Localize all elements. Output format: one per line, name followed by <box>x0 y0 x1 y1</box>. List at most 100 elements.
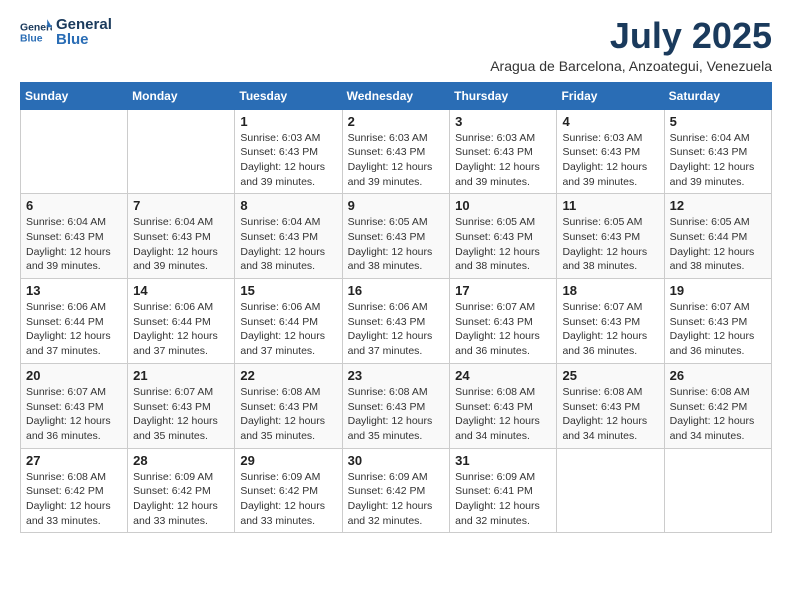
day-number: 4 <box>562 114 658 129</box>
calendar-cell: 26 Sunrise: 6:08 AM Sunset: 6:42 PM Dayli… <box>664 363 771 448</box>
header-day-wednesday: Wednesday <box>342 82 450 109</box>
header-row: SundayMondayTuesdayWednesdayThursdayFrid… <box>21 82 772 109</box>
day-info: Sunrise: 6:08 AM Sunset: 6:42 PM Dayligh… <box>670 385 766 444</box>
calendar-cell: 19 Sunrise: 6:07 AM Sunset: 6:43 PM Dayli… <box>664 279 771 364</box>
day-number: 1 <box>240 114 336 129</box>
location-title: Aragua de Barcelona, Anzoategui, Venezue… <box>490 58 772 74</box>
day-number: 14 <box>133 283 229 298</box>
day-info: Sunrise: 6:07 AM Sunset: 6:43 PM Dayligh… <box>670 300 766 359</box>
title-block: July 2025 Aragua de Barcelona, Anzoategu… <box>490 16 772 74</box>
day-number: 16 <box>348 283 445 298</box>
day-info: Sunrise: 6:05 AM Sunset: 6:43 PM Dayligh… <box>348 215 445 274</box>
calendar-cell <box>128 109 235 194</box>
day-info: Sunrise: 6:06 AM Sunset: 6:43 PM Dayligh… <box>348 300 445 359</box>
calendar-cell: 11 Sunrise: 6:05 AM Sunset: 6:43 PM Dayli… <box>557 194 664 279</box>
day-info: Sunrise: 6:04 AM Sunset: 6:43 PM Dayligh… <box>133 215 229 274</box>
day-info: Sunrise: 6:09 AM Sunset: 6:42 PM Dayligh… <box>240 470 336 529</box>
logo-icon: General Blue <box>20 16 52 48</box>
day-info: Sunrise: 6:05 AM Sunset: 6:44 PM Dayligh… <box>670 215 766 274</box>
day-number: 10 <box>455 198 551 213</box>
svg-text:Blue: Blue <box>20 34 43 45</box>
day-number: 24 <box>455 368 551 383</box>
header-day-tuesday: Tuesday <box>235 82 342 109</box>
day-info: Sunrise: 6:07 AM Sunset: 6:43 PM Dayligh… <box>133 385 229 444</box>
header-day-friday: Friday <box>557 82 664 109</box>
day-info: Sunrise: 6:04 AM Sunset: 6:43 PM Dayligh… <box>240 215 336 274</box>
day-info: Sunrise: 6:06 AM Sunset: 6:44 PM Dayligh… <box>26 300 122 359</box>
calendar-cell: 28 Sunrise: 6:09 AM Sunset: 6:42 PM Dayli… <box>128 448 235 533</box>
day-info: Sunrise: 6:09 AM Sunset: 6:42 PM Dayligh… <box>133 470 229 529</box>
calendar-cell: 14Sunrise: 6:06 AM Sunset: 6:44 PM Dayli… <box>128 279 235 364</box>
day-number: 18 <box>562 283 658 298</box>
header-day-saturday: Saturday <box>664 82 771 109</box>
calendar-cell: 7Sunrise: 6:04 AM Sunset: 6:43 PM Daylig… <box>128 194 235 279</box>
calendar-cell: 15Sunrise: 6:06 AM Sunset: 6:44 PM Dayli… <box>235 279 342 364</box>
day-number: 23 <box>348 368 445 383</box>
day-number: 8 <box>240 198 336 213</box>
day-info: Sunrise: 6:03 AM Sunset: 6:43 PM Dayligh… <box>240 131 336 190</box>
day-info: Sunrise: 6:08 AM Sunset: 6:43 PM Dayligh… <box>348 385 445 444</box>
calendar-cell <box>21 109 128 194</box>
day-number: 31 <box>455 453 551 468</box>
logo: General Blue General Blue <box>20 16 112 48</box>
calendar-cell: 29Sunrise: 6:09 AM Sunset: 6:42 PM Dayli… <box>235 448 342 533</box>
day-info: Sunrise: 6:08 AM Sunset: 6:43 PM Dayligh… <box>562 385 658 444</box>
header-day-sunday: Sunday <box>21 82 128 109</box>
day-number: 15 <box>240 283 336 298</box>
calendar-cell: 31Sunrise: 6:09 AM Sunset: 6:41 PM Dayli… <box>450 448 557 533</box>
calendar-cell: 8 Sunrise: 6:04 AM Sunset: 6:43 PM Daylig… <box>235 194 342 279</box>
day-number: 11 <box>562 198 658 213</box>
calendar-cell: 20 Sunrise: 6:07 AM Sunset: 6:43 PM Dayli… <box>21 363 128 448</box>
calendar-cell: 9 Sunrise: 6:05 AM Sunset: 6:43 PM Daylig… <box>342 194 450 279</box>
calendar-cell: 22Sunrise: 6:08 AM Sunset: 6:43 PM Dayli… <box>235 363 342 448</box>
day-info: Sunrise: 6:09 AM Sunset: 6:42 PM Dayligh… <box>348 470 445 529</box>
calendar-cell: 17 Sunrise: 6:07 AM Sunset: 6:43 PM Dayli… <box>450 279 557 364</box>
calendar-cell: 6 Sunrise: 6:04 AM Sunset: 6:43 PM Daylig… <box>21 194 128 279</box>
day-number: 12 <box>670 198 766 213</box>
calendar-body: 1 Sunrise: 6:03 AM Sunset: 6:43 PM Daylig… <box>21 109 772 533</box>
header-day-thursday: Thursday <box>450 82 557 109</box>
day-number: 13 <box>26 283 122 298</box>
day-info: Sunrise: 6:07 AM Sunset: 6:43 PM Dayligh… <box>562 300 658 359</box>
day-info: Sunrise: 6:04 AM Sunset: 6:43 PM Dayligh… <box>26 215 122 274</box>
day-info: Sunrise: 6:05 AM Sunset: 6:43 PM Dayligh… <box>562 215 658 274</box>
calendar-cell: 2Sunrise: 6:03 AM Sunset: 6:43 PM Daylig… <box>342 109 450 194</box>
day-number: 20 <box>26 368 122 383</box>
week-row-1: 1 Sunrise: 6:03 AM Sunset: 6:43 PM Daylig… <box>21 109 772 194</box>
header-day-monday: Monday <box>128 82 235 109</box>
day-number: 28 <box>133 453 229 468</box>
day-number: 26 <box>670 368 766 383</box>
day-number: 5 <box>670 114 766 129</box>
week-row-4: 20 Sunrise: 6:07 AM Sunset: 6:43 PM Dayli… <box>21 363 772 448</box>
day-info: Sunrise: 6:05 AM Sunset: 6:43 PM Dayligh… <box>455 215 551 274</box>
calendar-table: SundayMondayTuesdayWednesdayThursdayFrid… <box>20 82 772 534</box>
day-info: Sunrise: 6:03 AM Sunset: 6:43 PM Dayligh… <box>348 131 445 190</box>
calendar-cell: 18 Sunrise: 6:07 AM Sunset: 6:43 PM Dayli… <box>557 279 664 364</box>
day-info: Sunrise: 6:07 AM Sunset: 6:43 PM Dayligh… <box>26 385 122 444</box>
calendar-cell <box>557 448 664 533</box>
week-row-3: 13 Sunrise: 6:06 AM Sunset: 6:44 PM Dayli… <box>21 279 772 364</box>
day-number: 22 <box>240 368 336 383</box>
day-info: Sunrise: 6:08 AM Sunset: 6:42 PM Dayligh… <box>26 470 122 529</box>
day-info: Sunrise: 6:07 AM Sunset: 6:43 PM Dayligh… <box>455 300 551 359</box>
calendar-header: SundayMondayTuesdayWednesdayThursdayFrid… <box>21 82 772 109</box>
calendar-cell: 10 Sunrise: 6:05 AM Sunset: 6:43 PM Dayli… <box>450 194 557 279</box>
calendar-cell: 4Sunrise: 6:03 AM Sunset: 6:43 PM Daylig… <box>557 109 664 194</box>
day-number: 27 <box>26 453 122 468</box>
calendar-cell: 24Sunrise: 6:08 AM Sunset: 6:43 PM Dayli… <box>450 363 557 448</box>
day-number: 6 <box>26 198 122 213</box>
day-number: 30 <box>348 453 445 468</box>
day-number: 21 <box>133 368 229 383</box>
week-row-5: 27 Sunrise: 6:08 AM Sunset: 6:42 PM Dayli… <box>21 448 772 533</box>
day-number: 19 <box>670 283 766 298</box>
day-number: 25 <box>562 368 658 383</box>
day-number: 17 <box>455 283 551 298</box>
day-info: Sunrise: 6:04 AM Sunset: 6:43 PM Dayligh… <box>670 131 766 190</box>
calendar-cell: 5 Sunrise: 6:04 AM Sunset: 6:43 PM Daylig… <box>664 109 771 194</box>
week-row-2: 6 Sunrise: 6:04 AM Sunset: 6:43 PM Daylig… <box>21 194 772 279</box>
day-number: 9 <box>348 198 445 213</box>
calendar-cell: 21 Sunrise: 6:07 AM Sunset: 6:43 PM Dayli… <box>128 363 235 448</box>
logo-blue: Blue <box>56 31 112 48</box>
calendar-cell: 27 Sunrise: 6:08 AM Sunset: 6:42 PM Dayli… <box>21 448 128 533</box>
calendar-cell: 30 Sunrise: 6:09 AM Sunset: 6:42 PM Dayli… <box>342 448 450 533</box>
